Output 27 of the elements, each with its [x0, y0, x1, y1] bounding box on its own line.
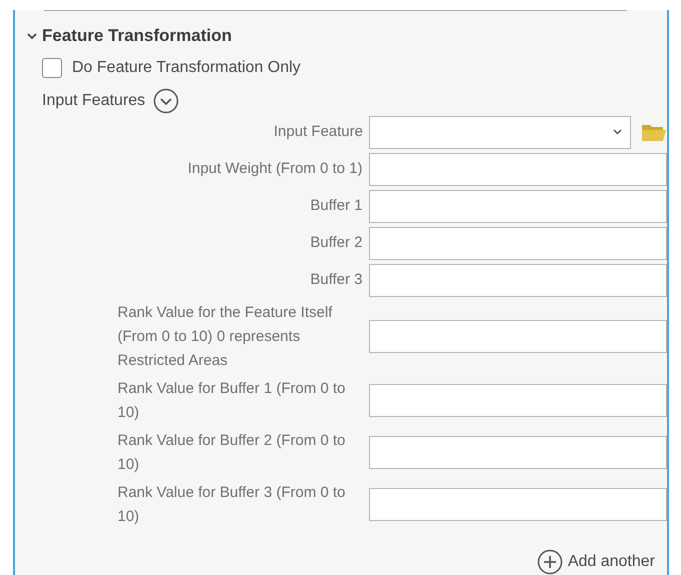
text-field[interactable] [368, 488, 667, 521]
dropdown-field[interactable] [369, 116, 631, 148]
text-field[interactable] [368, 320, 667, 353]
text-field[interactable] [368, 226, 667, 260]
group-label: Input Features [42, 90, 146, 110]
expand-icon[interactable] [153, 88, 180, 114]
field-label: Buffer 3 [310, 270, 362, 290]
text-field[interactable] [368, 436, 667, 469]
text-field[interactable] [368, 190, 667, 222]
plus-icon [536, 548, 563, 574]
folder-icon[interactable] [641, 122, 667, 142]
text-field[interactable] [368, 264, 667, 296]
text-field[interactable] [368, 152, 667, 186]
field-label: Rank Value for the Feature Itself (From 0 to 10) 0 represents Restricted Areas [118, 302, 334, 370]
caret-icon [613, 129, 622, 135]
field-label: Rank Value for Buffer 2 (From 0 to 10) [118, 430, 346, 474]
field-label: Buffer 1 [310, 196, 362, 216]
checkbox[interactable] [42, 58, 62, 78]
field-label: Input Weight (From 0 to 1) [188, 159, 362, 179]
text-field[interactable] [368, 384, 667, 417]
field-label: Buffer 2 [310, 233, 362, 253]
field-label: Input Feature [274, 122, 363, 142]
field-label: Rank Value for Buffer 3 (From 0 to 10) [118, 482, 346, 526]
field-label: Rank Value for Buffer 1 (From 0 to 10) [118, 378, 346, 422]
add-another-button[interactable]: Add another [536, 548, 655, 574]
checkbox-label[interactable]: Do Feature Transformation Only [72, 56, 301, 80]
section-title[interactable]: Feature Transformation [42, 23, 232, 48]
